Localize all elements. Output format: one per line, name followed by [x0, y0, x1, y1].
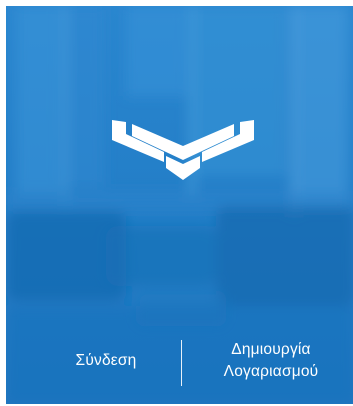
- login-button-label: Σύνδεση: [75, 352, 137, 369]
- login-button[interactable]: Σύνδεση: [30, 318, 182, 404]
- create-account-button-label: Δημιουργία Λογαριασμού: [223, 341, 319, 380]
- actions-divider: [181, 340, 182, 386]
- brand-chevron-logo-icon: [112, 120, 254, 180]
- auth-actions-bar: Σύνδεση Δημιουργία Λογαριασμού: [6, 318, 353, 404]
- app-start-screen: Σύνδεση Δημιουργία Λογαριασμού: [6, 6, 353, 404]
- create-account-button[interactable]: Δημιουργία Λογαριασμού: [188, 318, 353, 404]
